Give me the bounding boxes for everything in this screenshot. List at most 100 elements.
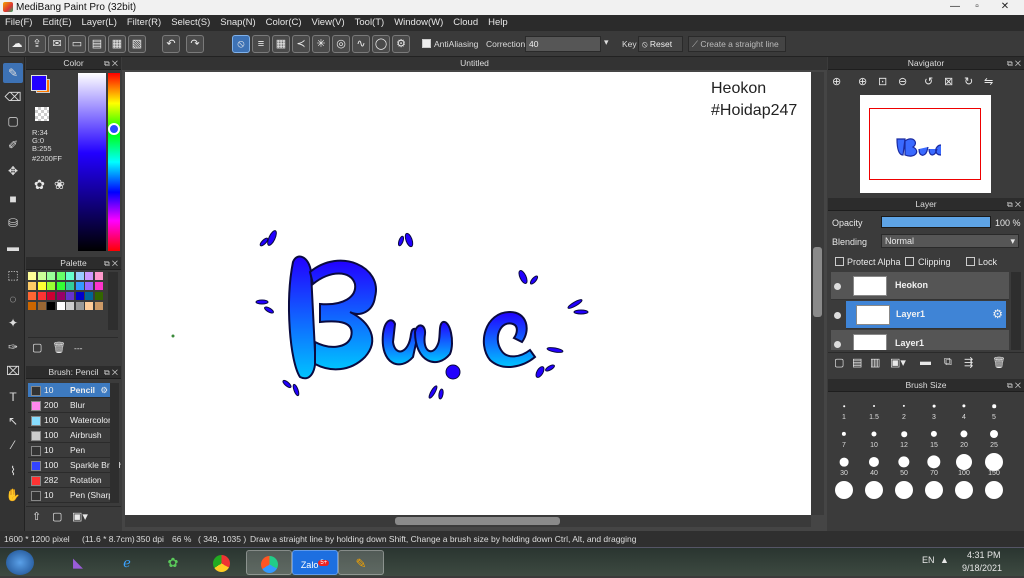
palette-swatch[interactable]: [75, 272, 84, 280]
layer-row-selected[interactable]: Layer1 ⚙: [846, 301, 1006, 329]
clock-date[interactable]: 9/18/2021: [962, 563, 1002, 573]
palette-swatch[interactable]: [28, 292, 36, 300]
palette-swatch[interactable]: [66, 272, 74, 280]
menu-color[interactable]: Color(C): [261, 15, 307, 30]
zoom-fit-icon[interactable]: ⊕: [832, 75, 841, 88]
menu-tool[interactable]: Tool(T): [350, 15, 390, 30]
language-indicator[interactable]: EN: [922, 555, 935, 565]
folder-icon[interactable]: ▬: [920, 356, 931, 368]
brush-size-option[interactable]: 12: [890, 424, 918, 450]
visibility-icon[interactable]: [834, 312, 841, 319]
brush-size-option[interactable]: [860, 480, 888, 506]
canvas-horizontal-scrollbar[interactable]: [125, 515, 811, 527]
new-layer-icon[interactable]: ▢: [834, 356, 844, 369]
brush-size-option[interactable]: [890, 480, 918, 506]
menu-layer[interactable]: Layer(L): [77, 15, 122, 30]
opacity-slider[interactable]: [881, 216, 991, 228]
blending-select[interactable]: Normal ▾: [881, 234, 1019, 248]
cloud-icon[interactable]: ☁: [8, 35, 26, 53]
brush-item[interactable]: 10 Pen: [28, 443, 110, 458]
chrome-icon[interactable]: [198, 550, 244, 575]
palette-swatch[interactable]: [94, 302, 103, 310]
brush-size-option[interactable]: 50: [890, 452, 918, 478]
brightness-slider[interactable]: [78, 73, 106, 251]
main-color-swatch[interactable]: [31, 75, 47, 91]
add-brush-icon[interactable]: ▣▾: [72, 510, 88, 523]
palette-swatch[interactable]: [28, 302, 36, 310]
gear-icon[interactable]: ⚙: [992, 307, 1003, 321]
layer-row[interactable]: Layer1: [831, 330, 1009, 350]
gradient-tool-icon[interactable]: ▬: [3, 237, 23, 257]
panel-float-close-icon[interactable]: ⧉ ✕: [104, 257, 118, 270]
menu-view[interactable]: View(V): [307, 15, 350, 30]
move-tool-icon[interactable]: ✥: [3, 161, 23, 181]
antialiasing-checkbox[interactable]: [422, 39, 431, 48]
grid-doc-icon[interactable]: ▧: [128, 35, 146, 53]
palette-swatch[interactable]: [66, 292, 74, 300]
visibility-icon[interactable]: [834, 283, 841, 290]
comment-icon[interactable]: ▭: [68, 35, 86, 53]
new-brush-icon[interactable]: ▢: [52, 510, 62, 523]
gear-icon[interactable]: ⚙: [100, 383, 108, 398]
panel-float-close-icon[interactable]: ⧉ ✕: [104, 366, 118, 379]
magic-wand-tool-icon[interactable]: ✦: [3, 313, 23, 333]
app-icon-green[interactable]: ✿: [150, 550, 196, 575]
brush-size-option[interactable]: [980, 480, 1008, 506]
layer-row[interactable]: Heokon: [831, 272, 1009, 300]
brush-item[interactable]: 10 Pen (Sharp): [28, 488, 116, 503]
zalo-icon[interactable]: Zalo 5+: [292, 550, 338, 575]
duplicate-layer-icon[interactable]: ▥: [870, 356, 880, 369]
palette-scrollbar[interactable]: [108, 272, 118, 330]
merge-icon[interactable]: ⧉: [944, 356, 952, 369]
brush-size-option[interactable]: 2: [890, 396, 918, 422]
palette-swatch[interactable]: [28, 272, 36, 280]
brush-size-option[interactable]: 70: [920, 452, 948, 478]
brush-item[interactable]: 282 Rotation: [28, 473, 110, 488]
browser-icon-active[interactable]: [246, 550, 292, 575]
protect-alpha-checkbox[interactable]: [835, 257, 844, 266]
brush-size-option[interactable]: 40: [860, 452, 888, 478]
palette-swatch[interactable]: [66, 282, 74, 290]
brush-size-option[interactable]: 30: [830, 452, 858, 478]
parallel-snap-icon[interactable]: ≡: [252, 35, 270, 53]
brush-size-option[interactable]: [920, 480, 948, 506]
menu-select[interactable]: Select(S): [166, 15, 215, 30]
trash-icon[interactable]: 🗑: [52, 341, 66, 354]
hue-handle[interactable]: [108, 123, 120, 135]
brush-size-option[interactable]: 7: [830, 424, 858, 450]
palette-swatch[interactable]: [37, 272, 46, 280]
select-rect-tool-icon[interactable]: ⬚: [3, 265, 23, 285]
correction-select[interactable]: 40: [525, 36, 601, 52]
redo-icon[interactable]: ↷: [186, 35, 204, 53]
lasso-tool-icon[interactable]: ◌: [3, 289, 23, 309]
select-eraser-tool-icon[interactable]: ⌧: [3, 361, 23, 381]
snap-settings-icon[interactable]: ⚙: [392, 35, 410, 53]
palette-swatch[interactable]: [47, 292, 55, 300]
brush-list-scrollbar[interactable]: [110, 383, 119, 503]
palette-swatch[interactable]: [85, 282, 93, 290]
share-icon[interactable]: ⇪: [28, 35, 46, 53]
curve-snap-icon[interactable]: ∿: [352, 35, 370, 53]
palette-swatch[interactable]: [94, 272, 103, 280]
palette-swatch[interactable]: [75, 282, 84, 290]
hue-slider[interactable]: [108, 73, 120, 251]
brush-tool-icon[interactable]: ✎: [3, 63, 23, 83]
visual-studio-icon[interactable]: ◣: [55, 550, 101, 575]
palette-swatch[interactable]: [37, 292, 46, 300]
palette-swatch[interactable]: [66, 302, 74, 310]
brush-size-option[interactable]: 5: [980, 396, 1008, 422]
fit-screen-icon[interactable]: ⊠: [944, 75, 953, 88]
horizontal-scroll-thumb[interactable]: [395, 517, 560, 525]
transparent-swatch[interactable]: [35, 107, 49, 121]
drawing-canvas[interactable]: Heokon #Hoidap247: [125, 72, 815, 515]
brush-item[interactable]: 100 Watercolor: [28, 413, 111, 428]
vertical-scroll-thumb[interactable]: [813, 247, 822, 317]
rect-fill-tool-icon[interactable]: ■: [3, 189, 23, 209]
brush-item[interactable]: 100 Airbrush: [28, 428, 110, 443]
select-pen-tool-icon[interactable]: ✑: [3, 337, 23, 357]
visibility-icon[interactable]: [834, 341, 841, 348]
zoom-actual-icon[interactable]: ⊡: [878, 75, 887, 88]
menu-file[interactable]: File(F): [0, 15, 37, 30]
layer-scrollbar[interactable]: [1011, 272, 1021, 350]
circle-snap-icon[interactable]: ◎: [332, 35, 350, 53]
